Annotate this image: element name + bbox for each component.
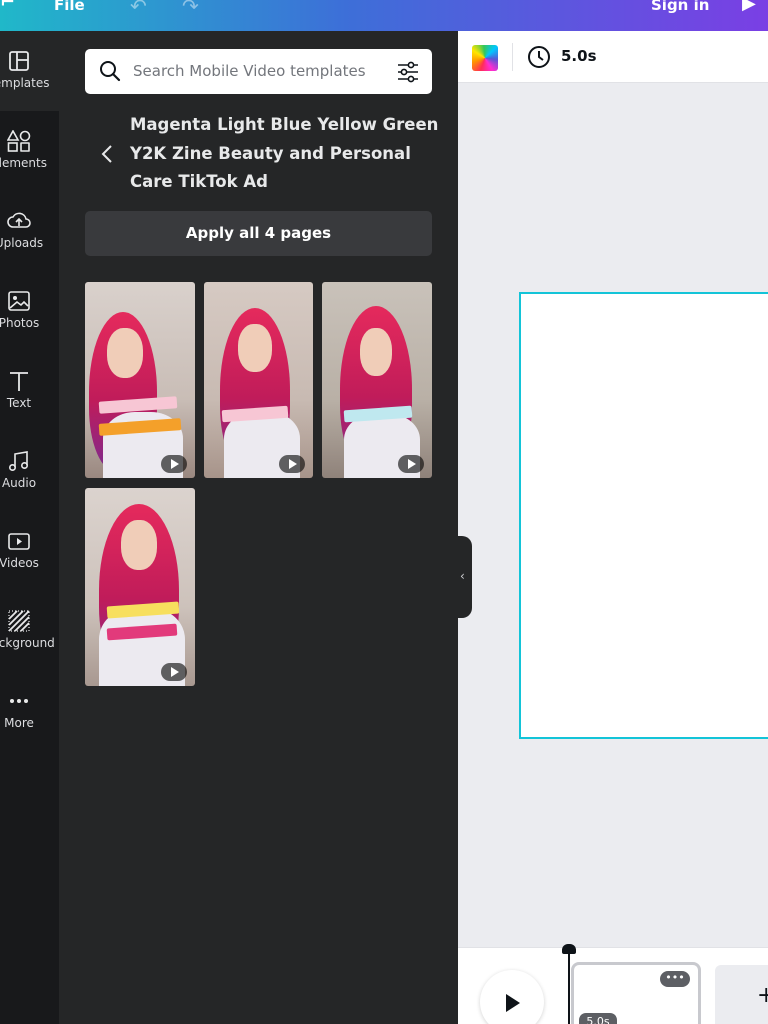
rail-item-templates[interactable]: Templates (0, 31, 59, 111)
sign-in-button[interactable]: Sign in (651, 0, 709, 14)
rail-item-elements[interactable]: Elements (0, 111, 59, 191)
chevron-left-icon: ‹ (460, 569, 465, 583)
clip-more-options-icon[interactable]: ••• (660, 971, 690, 987)
toolbar-divider (512, 43, 513, 71)
design-canvas-page[interactable] (519, 292, 768, 739)
page-duration[interactable]: 5.0s (561, 47, 597, 65)
rail-item-audio[interactable]: Audio (0, 431, 59, 511)
home-logo-icon[interactable]: ⌐ (0, 0, 15, 13)
thumbnail-photo (107, 328, 143, 378)
playhead-handle-icon[interactable] (562, 944, 576, 954)
template-page-thumbnail[interactable] (204, 282, 313, 478)
timeline-page-clip[interactable]: ••• 5.0s (571, 962, 701, 1024)
video-play-icon (398, 455, 424, 473)
editor-toolbar: 5.0s (458, 31, 768, 83)
editor-area: 5.0s ••• 5.0s + (458, 31, 768, 1024)
file-menu-button[interactable]: File (54, 0, 85, 14)
rail-item-background[interactable]: Background (0, 591, 59, 671)
rail-label: Videos (0, 556, 39, 570)
playhead[interactable] (568, 948, 570, 1024)
template-page-thumbnail[interactable] (85, 282, 195, 478)
top-bar: ⌐ File ↶ ↷ Sign in ▶ (0, 0, 768, 31)
present-play-icon[interactable]: ▶ (742, 0, 756, 14)
back-chevron-icon[interactable] (97, 141, 117, 167)
rail-item-uploads[interactable]: Uploads (0, 191, 59, 271)
undo-icon[interactable]: ↶ (130, 0, 147, 18)
plus-icon: + (757, 983, 768, 1008)
rail-label: Audio (1, 476, 37, 490)
collapse-panel-button[interactable]: ‹ (458, 536, 472, 618)
rail-label: Elements (0, 156, 47, 170)
thumbnail-photo (121, 520, 157, 570)
video-play-icon (161, 455, 187, 473)
templates-icon (9, 51, 29, 71)
color-picker-swatch[interactable] (472, 45, 498, 71)
rail-item-text[interactable]: Text (0, 351, 59, 431)
add-page-button[interactable]: + (715, 965, 768, 1024)
clock-icon[interactable] (527, 45, 551, 69)
photos-icon (8, 291, 30, 311)
timeline-play-button[interactable] (480, 970, 544, 1024)
elements-icon (7, 130, 31, 152)
filter-sliders-icon[interactable] (397, 61, 419, 83)
upload-cloud-icon (7, 212, 31, 228)
rail-label: Text (6, 396, 32, 410)
background-hatch-icon (8, 610, 30, 632)
timeline-bar: ••• 5.0s + (458, 944, 768, 1024)
search-box (85, 49, 432, 94)
rail-label: Uploads (0, 236, 44, 250)
more-dots-icon (10, 699, 28, 703)
rail-item-photos[interactable]: Photos (0, 271, 59, 351)
rail-label: More (4, 716, 34, 730)
video-play-icon (161, 663, 187, 681)
music-note-icon (8, 451, 29, 472)
template-title: Magenta Light Blue Yellow Green Y2K Zine… (130, 115, 439, 191)
thumbnail-photo (238, 324, 272, 372)
redo-icon[interactable]: ↷ (182, 0, 199, 18)
apply-all-pages-button[interactable]: Apply all 4 pages (85, 211, 432, 256)
template-page-thumbnail[interactable] (85, 488, 195, 686)
rail-label: Background (0, 636, 55, 650)
text-icon (10, 372, 28, 391)
video-play-icon (8, 533, 30, 550)
rail-item-more[interactable]: More (0, 671, 59, 751)
rail-label: Templates (0, 76, 50, 90)
rail-item-videos[interactable]: Videos (0, 511, 59, 591)
rail-label: Photos (0, 316, 40, 330)
thumbnail-photo (360, 328, 392, 376)
templates-panel: Magenta Light Blue Yellow Green Y2K Zine… (59, 31, 458, 1024)
template-page-thumbnail[interactable] (322, 282, 432, 478)
clip-duration-badge: 5.0s (579, 1013, 617, 1024)
video-play-icon (279, 455, 305, 473)
side-nav-rail: Templates Elements Uploads Photos Te (0, 31, 59, 1024)
search-icon (100, 61, 121, 82)
search-input[interactable] (133, 57, 381, 85)
